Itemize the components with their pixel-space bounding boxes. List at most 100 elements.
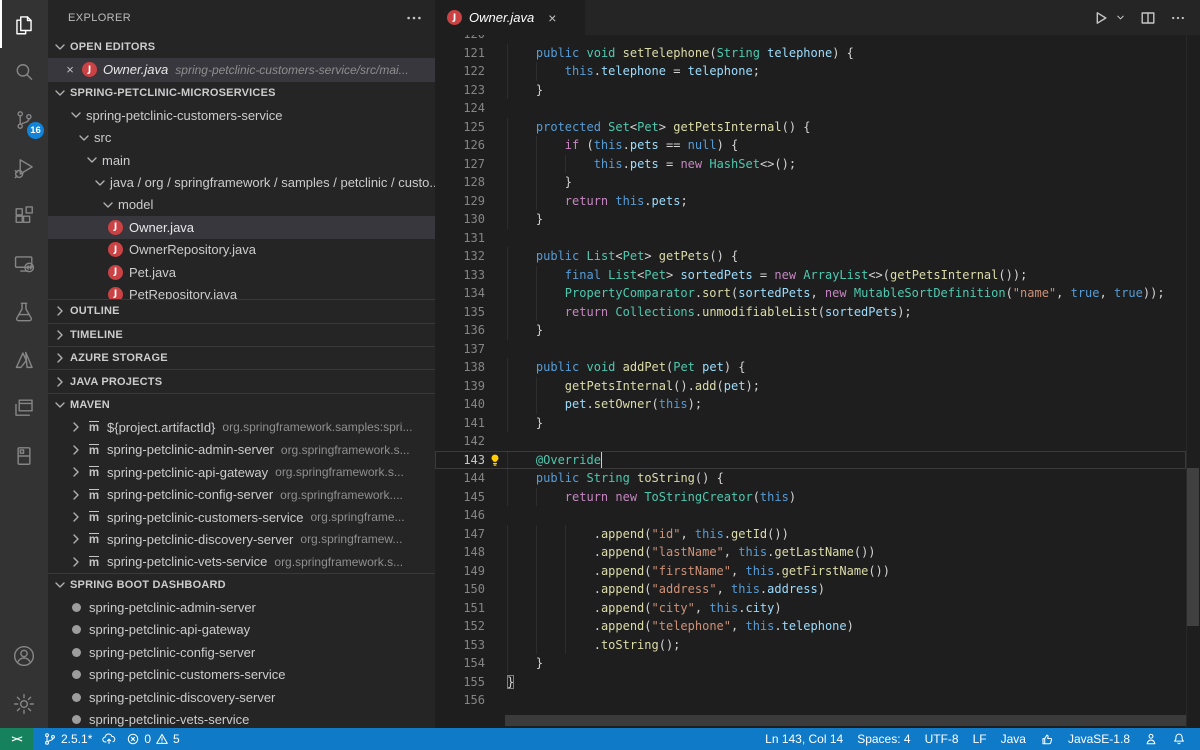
code-line-126[interactable]: 126 if (this.pets == null) {: [435, 136, 1186, 155]
vertical-scrollbar[interactable]: [1187, 468, 1199, 626]
code-line-135[interactable]: 135 return Collections.unmodifiableList(…: [435, 303, 1186, 322]
statusbar-cursor-position[interactable]: Ln 143, Col 14: [765, 732, 843, 746]
code-line-125[interactable]: 125 protected Set<Pet> getPetsInternal()…: [435, 118, 1186, 137]
tree-item[interactable]: mspring-petclinic-config-serverorg.sprin…: [48, 483, 435, 505]
activitybar-item-extensions[interactable]: [0, 192, 48, 240]
section-header-spring-boot-dashboard[interactable]: SPRING BOOT DASHBOARD: [48, 573, 435, 596]
tree-item[interactable]: java / org / springframework / samples /…: [48, 171, 435, 193]
remote-indicator[interactable]: ><: [0, 728, 33, 750]
tree-item[interactable]: mspring-petclinic-discovery-serverorg.sp…: [48, 528, 435, 550]
code-line-151[interactable]: 151 .append("city", this.city): [435, 599, 1186, 618]
statusbar-problems[interactable]: 05: [126, 732, 179, 746]
code-line-130[interactable]: 130 }: [435, 210, 1186, 229]
code-line-145[interactable]: 145 return new ToStringCreator(this): [435, 488, 1186, 507]
code-line-129[interactable]: 129 return this.pets;: [435, 192, 1186, 211]
code-line-128[interactable]: 128 }: [435, 173, 1186, 192]
tree-item[interactable]: spring-petclinic-admin-server: [48, 596, 435, 618]
code-line-120[interactable]: 120: [435, 35, 1186, 44]
code-line-131[interactable]: 131: [435, 229, 1186, 248]
activitybar-item-run-and-debug[interactable]: [0, 144, 48, 192]
ellipsis-icon[interactable]: [405, 9, 423, 27]
tree-item[interactable]: spring-petclinic-discovery-server: [48, 686, 435, 708]
tree-item[interactable]: mspring-petclinic-customers-serviceorg.s…: [48, 506, 435, 528]
run-options-dropdown[interactable]: [1115, 12, 1126, 23]
activitybar-item-search[interactable]: [0, 48, 48, 96]
tree-item[interactable]: src: [48, 127, 435, 149]
code-line-137[interactable]: 137: [435, 340, 1186, 359]
section-header-spring-petclinic-microservices[interactable]: SPRING-PETCLINIC-MICROSERVICES: [48, 81, 435, 104]
close-icon[interactable]: ×: [544, 10, 560, 26]
section-header-java-projects[interactable]: JAVA PROJECTS: [48, 369, 435, 392]
statusbar-eol[interactable]: LF: [973, 732, 987, 746]
tree-item[interactable]: spring-petclinic-customers-service: [48, 664, 435, 686]
code-line-133[interactable]: 133 final List<Pet> sortedPets = new Arr…: [435, 266, 1186, 285]
tree-item[interactable]: spring-petclinic-config-server: [48, 641, 435, 663]
activitybar-item-remote-explorer[interactable]: [0, 240, 48, 288]
statusbar-notifications[interactable]: [1172, 732, 1186, 746]
activitybar-item-azure[interactable]: [0, 336, 48, 384]
activitybar-item-containers[interactable]: [0, 432, 48, 480]
close-icon[interactable]: ×: [62, 62, 78, 77]
section-header-azure-storage[interactable]: AZURE STORAGE: [48, 346, 435, 369]
tab-owner-java[interactable]: J Owner.java ×: [435, 0, 585, 35]
code-line-138[interactable]: 138 public void addPet(Pet pet) {: [435, 358, 1186, 377]
more-actions-button[interactable]: [1170, 10, 1186, 26]
tree-item[interactable]: spring-petclinic-api-gateway: [48, 619, 435, 641]
run-button[interactable]: [1093, 10, 1109, 26]
tree-item[interactable]: JPetRepository.java: [48, 283, 435, 299]
statusbar-encoding[interactable]: UTF-8: [925, 732, 959, 746]
code-line-144[interactable]: 144 public String toString() {: [435, 469, 1186, 488]
code-line-124[interactable]: 124: [435, 99, 1186, 118]
code-line-140[interactable]: 140 pet.setOwner(this);: [435, 395, 1186, 414]
statusbar-feedback[interactable]: [1144, 732, 1158, 746]
section-header-timeline[interactable]: TIMELINE: [48, 323, 435, 346]
code-line-153[interactable]: 153 .toString();: [435, 636, 1186, 655]
code-line-155[interactable]: 155}: [435, 673, 1186, 692]
code-line-142[interactable]: 142: [435, 432, 1186, 451]
code-line-132[interactable]: 132 public List<Pet> getPets() {: [435, 247, 1186, 266]
split-editor-button[interactable]: [1140, 10, 1156, 26]
code-line-143[interactable]: 143 @Override: [435, 451, 1186, 470]
section-header-maven[interactable]: MAVEN: [48, 393, 435, 416]
statusbar-publish-changes[interactable]: [102, 732, 116, 746]
tree-item[interactable]: m${project.artifactId}org.springframewor…: [48, 416, 435, 438]
tree-item[interactable]: main: [48, 149, 435, 171]
code-line-150[interactable]: 150 .append("address", this.address): [435, 580, 1186, 599]
tree-item[interactable]: JOwnerRepository.java: [48, 239, 435, 261]
code-line-154[interactable]: 154 }: [435, 654, 1186, 673]
open-editor-owner-java[interactable]: ×JOwner.javaspring-petclinic-customers-s…: [48, 58, 435, 80]
code-line-121[interactable]: 121 public void setTelephone(String tele…: [435, 44, 1186, 63]
tree-item[interactable]: JPet.java: [48, 261, 435, 283]
lightbulb-icon[interactable]: [488, 453, 502, 467]
activitybar-item-testing[interactable]: [0, 288, 48, 336]
activitybar-item-settings[interactable]: [0, 680, 48, 728]
code-line-141[interactable]: 141 }: [435, 414, 1186, 433]
code-editor[interactable]: 120121 public void setTelephone(String t…: [435, 35, 1200, 728]
statusbar-indentation[interactable]: Spaces: 4: [857, 732, 910, 746]
activitybar-item-accounts[interactable]: [0, 632, 48, 680]
code-line-146[interactable]: 146: [435, 506, 1186, 525]
statusbar-java-language-status[interactable]: [1040, 732, 1054, 746]
code-line-149[interactable]: 149 .append("firstName", this.getFirstNa…: [435, 562, 1186, 581]
code-line-122[interactable]: 122 this.telephone = telephone;: [435, 62, 1186, 81]
code-line-136[interactable]: 136 }: [435, 321, 1186, 340]
tree-item[interactable]: spring-petclinic-customers-service: [48, 104, 435, 126]
tree-item[interactable]: mspring-petclinic-admin-serverorg.spring…: [48, 439, 435, 461]
tree-item[interactable]: model: [48, 194, 435, 216]
tree-item[interactable]: spring-petclinic-vets-service: [48, 708, 435, 728]
code-line-127[interactable]: 127 this.pets = new HashSet<>();: [435, 155, 1186, 174]
tree-item[interactable]: JOwner.java: [48, 216, 435, 238]
code-line-148[interactable]: 148 .append("lastName", this.getLastName…: [435, 543, 1186, 562]
activitybar-item-source-control[interactable]: 16: [0, 96, 48, 144]
horizontal-scrollbar[interactable]: [505, 715, 1186, 726]
code-line-156[interactable]: 156: [435, 691, 1186, 710]
code-line-152[interactable]: 152 .append("telephone", this.telephone): [435, 617, 1186, 636]
code-line-134[interactable]: 134 PropertyComparator.sort(sortedPets, …: [435, 284, 1186, 303]
code-line-147[interactable]: 147 .append("id", this.getId()): [435, 525, 1186, 544]
section-header-outline[interactable]: OUTLINE: [48, 299, 435, 322]
code-line-123[interactable]: 123 }: [435, 81, 1186, 100]
activitybar-item-explorer[interactable]: [0, 0, 48, 48]
tree-item[interactable]: mspring-petclinic-api-gatewayorg.springf…: [48, 461, 435, 483]
tree-item[interactable]: mspring-petclinic-vets-serviceorg.spring…: [48, 551, 435, 573]
activitybar-item-spring-boot-dashboard[interactable]: [0, 384, 48, 432]
